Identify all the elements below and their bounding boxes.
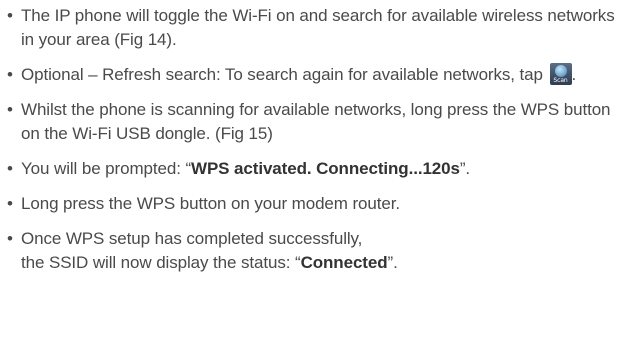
list-item-text-line1: Once WPS setup has completed successfull… xyxy=(21,229,363,248)
bullet-icon: • xyxy=(7,159,13,178)
list-item-text-end: ”. xyxy=(387,253,398,272)
list-item-connected-status: • Once WPS setup has completed successfu… xyxy=(6,227,618,275)
list-item-text: Optional – Refresh search: To search aga… xyxy=(21,65,543,84)
list-item-press-dongle-wps: • Whilst the phone is scanning for avail… xyxy=(6,98,618,146)
list-item-text: You will be prompted: “ xyxy=(21,159,191,178)
bullet-icon: • xyxy=(7,65,13,84)
list-item-wifi-toggle: • The IP phone will toggle the Wi-Fi on … xyxy=(6,4,618,52)
scan-icon-label: Scan xyxy=(553,77,568,84)
list-item-text-end: ”. xyxy=(459,159,471,178)
list-item-text: Whilst the phone is scanning for availab… xyxy=(21,100,611,143)
prompt-message: WPS activated. Connecting...120s xyxy=(191,159,460,178)
list-item-text-end: . xyxy=(571,65,577,84)
instruction-list: • The IP phone will toggle the Wi-Fi on … xyxy=(6,4,618,275)
list-item-press-router-wps: • Long press the WPS button on your mode… xyxy=(6,192,618,216)
list-item-text: The IP phone will toggle the Wi-Fi on an… xyxy=(21,6,615,49)
list-item-text: Long press the WPS button on your modem … xyxy=(21,194,400,213)
connected-status: Connected xyxy=(300,253,388,272)
bullet-icon: • xyxy=(7,100,13,119)
list-item-text: the SSID will now display the status: “ xyxy=(21,253,301,272)
list-item-refresh-search: • Optional – Refresh search: To search a… xyxy=(6,63,618,87)
instruction-page: • The IP phone will toggle the Wi-Fi on … xyxy=(0,0,618,339)
bullet-icon: • xyxy=(7,229,13,248)
bullet-icon: • xyxy=(7,194,13,213)
bullet-icon: • xyxy=(7,6,13,25)
globe-icon xyxy=(554,65,567,77)
scan-icon: Scan xyxy=(549,63,572,85)
list-item-prompt: • You will be prompted: “WPS activated. … xyxy=(6,157,618,181)
